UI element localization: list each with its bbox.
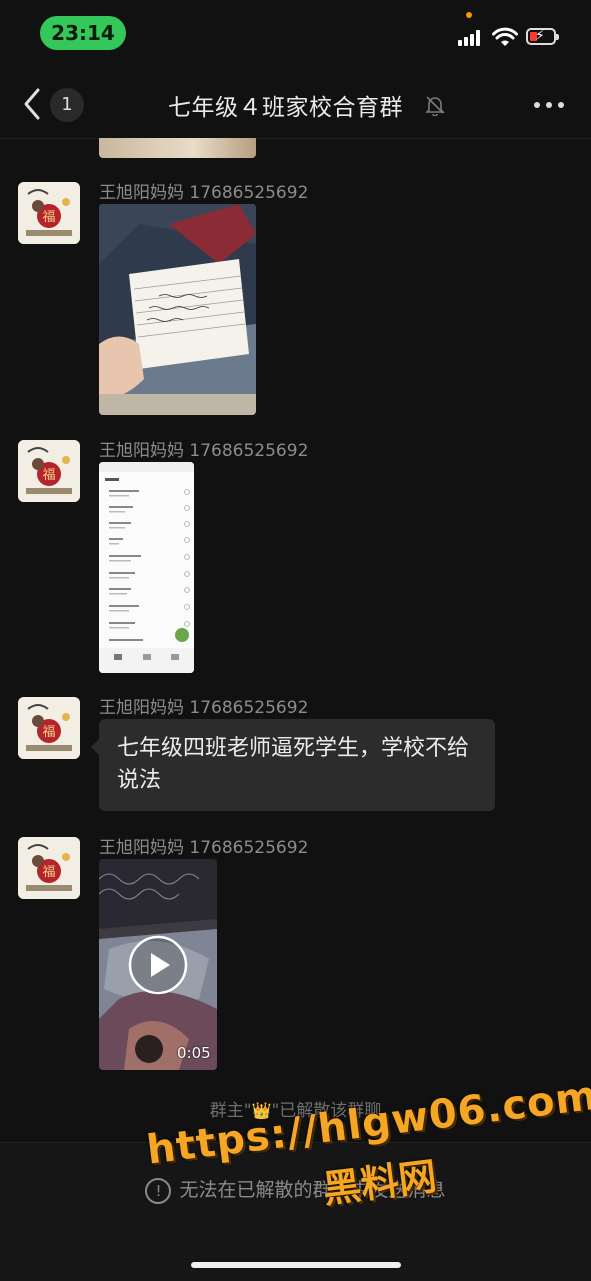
- image-message[interactable]: [99, 204, 256, 415]
- status-time: 23:14: [40, 16, 126, 50]
- disabled-input-text: 无法在已解散的群聊中发送消息: [179, 1179, 446, 1201]
- chat-header: 1 七年级４班家校合育群: [0, 70, 591, 139]
- crown-icon: 👑: [251, 1101, 272, 1120]
- more-dots-icon[interactable]: [534, 102, 564, 110]
- disabled-input-notice: ! 无法在已解散的群聊中发送消息: [0, 1175, 591, 1204]
- bell-muted-icon: [425, 96, 445, 116]
- image-message[interactable]: [99, 462, 194, 673]
- chevron-left-icon[interactable]: [18, 86, 48, 122]
- input-area-disabled: ! 无法在已解散的群聊中发送消息: [0, 1142, 591, 1281]
- bubble-tail: [91, 739, 99, 755]
- video-message[interactable]: 0:05: [99, 859, 217, 1070]
- message-item: 福 王旭阳妈妈 17686525692 0:05: [0, 835, 591, 1075]
- play-icon[interactable]: [128, 935, 188, 995]
- message-item: 福 王旭阳妈妈 17686525692: [0, 180, 591, 420]
- sender-name: 王旭阳妈妈 17686525692: [99, 698, 309, 718]
- info-circle-icon: !: [145, 1177, 172, 1204]
- cellular-signal-icon: [458, 30, 484, 46]
- home-indicator[interactable]: [191, 1262, 401, 1268]
- message-item: 福 王旭阳妈妈 17686525692: [0, 438, 591, 678]
- sender-name: 王旭阳妈妈 17686525692: [99, 183, 309, 203]
- avatar[interactable]: 福: [18, 182, 80, 244]
- message-text: 七年级四班老师逼死学生，学校不给说法: [117, 736, 470, 793]
- privacy-indicator-icon: [466, 12, 472, 18]
- svg-text:福: 福: [42, 210, 55, 225]
- message-item: 福 王旭阳妈妈 17686525692 七年级四班老师逼死学生，学校不给说法: [0, 695, 591, 815]
- system-notice: 群主"👑"已解散该群聊: [0, 1096, 591, 1121]
- system-notice-prefix: 群主": [209, 1101, 252, 1121]
- unread-count-badge[interactable]: 1: [50, 88, 84, 122]
- battery-charging-icon: ⚡: [526, 28, 559, 45]
- avatar[interactable]: 福: [18, 697, 80, 759]
- previous-image-message[interactable]: [99, 138, 256, 158]
- sender-name: 王旭阳妈妈 17686525692: [99, 441, 309, 461]
- chat-title: 七年级４班家校合育群: [168, 95, 403, 121]
- svg-text:福: 福: [42, 468, 55, 483]
- sender-name: 王旭阳妈妈 17686525692: [99, 838, 309, 858]
- svg-text:福: 福: [42, 725, 55, 740]
- avatar[interactable]: 福: [18, 837, 80, 899]
- status-bar: 23:14 ⚡: [0, 0, 591, 70]
- system-notice-suffix: "已解散该群聊: [271, 1101, 382, 1121]
- video-duration: 0:05: [177, 1044, 211, 1062]
- svg-text:福: 福: [42, 865, 55, 880]
- text-message-bubble[interactable]: 七年级四班老师逼死学生，学校不给说法: [91, 719, 495, 811]
- avatar[interactable]: 福: [18, 440, 80, 502]
- wifi-icon: [492, 27, 518, 46]
